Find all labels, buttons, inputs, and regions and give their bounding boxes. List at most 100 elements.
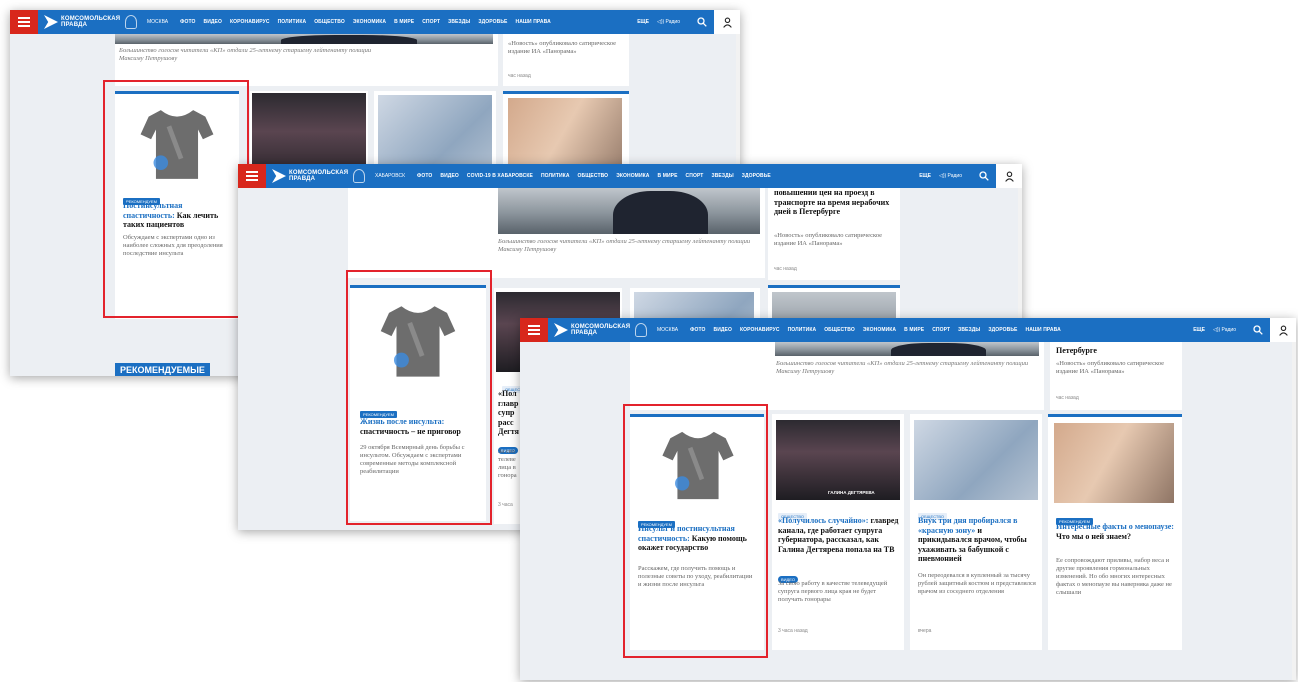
city-selector[interactable]: ХАБАРОВСК <box>375 173 405 179</box>
menu-item[interactable]: ФОТО <box>690 327 705 333</box>
news-card: повышении цен на проезд в транспорте на … <box>768 188 900 280</box>
site-logo[interactable]: КОМСОМОЛЬСКАЯ ПРАВДА <box>44 10 137 34</box>
logo-mark-icon <box>272 169 286 183</box>
menu-item[interactable]: ОБЩЕСТВО <box>314 19 345 25</box>
menu-item[interactable]: ПОЛИТИКА <box>788 327 817 333</box>
main-photo-card: Большинство голосов читатели «КП» отдали… <box>348 188 765 278</box>
user-icon[interactable] <box>714 10 740 34</box>
news-card: Петербурге «Новость» опубликовало сатири… <box>1050 342 1182 410</box>
menu-item[interactable]: В МИРЕ <box>904 327 924 333</box>
site-header: КОМСОМОЛЬСКАЯ ПРАВДА ХАБАРОВСК ФОТО ВИДЕ… <box>238 164 1022 188</box>
more-menu-button[interactable]: ЕЩЕ <box>1193 327 1205 333</box>
menu-item[interactable]: ВИДЕО <box>713 327 732 333</box>
user-icon[interactable] <box>1270 318 1296 342</box>
menu-item[interactable]: ФОТО <box>180 19 195 25</box>
main-menu: ФОТО ВИДЕО КОРОНАВИРУС ПОЛИТИКА ОБЩЕСТВО… <box>690 327 1061 333</box>
menu-item[interactable]: ЭКОНОМИКА <box>863 327 896 333</box>
radio-label: Радио <box>947 173 962 179</box>
mask-photo <box>914 420 1038 500</box>
logo-emblem-icon <box>635 323 647 337</box>
card-title-blue: «Получилось случайно»: <box>778 516 869 525</box>
news-card-video[interactable]: ГАЛИНА ДЕГТЯРЕВА ОБЩЕСТВО «Получилось сл… <box>772 414 904 650</box>
main-photo-card: Большинство голосов читатели «КП» отдали… <box>630 342 1044 410</box>
news-lead: За сво телеве лица в гонора <box>498 448 517 479</box>
card-lead: За свою работу в качестве телеведущей су… <box>778 580 888 603</box>
radio-label: Радио <box>1221 327 1236 333</box>
news-card-couple[interactable]: РЕКОМЕНДУЕМ Интересные факты о менопаузе… <box>1048 414 1182 650</box>
scrollbar[interactable] <box>1292 342 1296 680</box>
menu-item[interactable]: ФОТО <box>417 173 432 179</box>
menu-icon[interactable] <box>238 164 266 188</box>
logo-text: КОМСОМОЛЬСКАЯ ПРАВДА <box>289 170 349 182</box>
menu-item[interactable]: ЗДОРОВЬЕ <box>478 19 507 25</box>
main-menu: ФОТО ВИДЕО КОРОНАВИРУС ПОЛИТИКА ОБЩЕСТВО… <box>180 19 551 25</box>
menu-item[interactable]: СПОРТ <box>422 19 440 25</box>
site-header: КОМСОМОЛЬСКАЯ ПРАВДА МОСКВА ФОТО ВИДЕО К… <box>520 318 1296 342</box>
card-title[interactable]: Внук три дня пробирался в «красную зону»… <box>918 516 1036 564</box>
main-photo[interactable] <box>498 188 760 234</box>
search-icon[interactable] <box>690 10 714 34</box>
menu-item[interactable]: ОБЩЕСТВО <box>824 327 855 333</box>
more-menu-button[interactable]: ЕЩЕ <box>919 173 931 179</box>
logo-emblem-icon <box>125 15 137 29</box>
news-card-mask[interactable]: ОБЩЕСТВО Внук три дня пробирался в «крас… <box>910 414 1042 650</box>
menu-item[interactable]: СПОРТ <box>932 327 950 333</box>
menu-icon[interactable] <box>520 318 548 342</box>
menu-item[interactable]: COVID-19 В ХАБАРОВСКЕ <box>467 173 533 179</box>
menu-item[interactable]: ОБЩЕСТВО <box>578 173 609 179</box>
user-icon[interactable] <box>996 164 1022 188</box>
couple-photo <box>1054 423 1174 503</box>
city-selector[interactable]: МОСКВА <box>147 19 168 25</box>
section-title: РЕКОМЕНДУЕМЫЕ <box>115 363 210 376</box>
menu-item[interactable]: ЗВЕЗДЫ <box>711 173 733 179</box>
menu-item[interactable]: КОРОНАВИРУС <box>230 19 270 25</box>
site-logo[interactable]: КОМСОМОЛЬСКАЯ ПРАВДА <box>554 318 647 342</box>
menu-item[interactable]: ЗДОРОВЬЕ <box>988 327 1017 333</box>
card-title-blue: Интересные факты о менопаузе: <box>1056 522 1174 531</box>
menu-item[interactable]: ЭКОНОМИКА <box>353 19 386 25</box>
menu-item[interactable]: ВИДЕО <box>440 173 459 179</box>
menu-item[interactable]: НАШИ ПРАВА <box>1025 327 1060 333</box>
main-photo[interactable] <box>115 34 493 44</box>
news-time: час назад <box>508 73 531 79</box>
menu-item[interactable]: ЗДОРОВЬЕ <box>742 173 771 179</box>
menu-item[interactable]: ЗВЕЗДЫ <box>958 327 980 333</box>
card-time: вчера <box>918 628 932 634</box>
radio-button[interactable]: ◁)) Радио <box>1213 327 1236 333</box>
search-icon[interactable] <box>1246 318 1270 342</box>
menu-item[interactable]: ВИДЕО <box>203 19 222 25</box>
card-lead: Он переодевался в купленный за тысячу ру… <box>918 572 1036 595</box>
search-icon[interactable] <box>972 164 996 188</box>
card-title[interactable]: Интересные факты о менопаузе: Что мы о н… <box>1056 522 1176 541</box>
card-time: 3 часа назад <box>778 628 808 634</box>
news-snippet: «Новость» опубликовало сатирическое изда… <box>508 40 617 55</box>
news-card: «Новость» опубликовало сатирическое изда… <box>503 34 629 86</box>
logo-text: КОМСОМОЛЬСКАЯ ПРАВДА <box>61 16 121 28</box>
menu-icon[interactable] <box>10 10 38 34</box>
menu-item[interactable]: СПОРТ <box>686 173 704 179</box>
radio-button[interactable]: ◁)) Радио <box>939 173 962 179</box>
photo-text: ГАЛИНА ДЕГТЯРЕВА <box>828 490 875 495</box>
news-title[interactable]: Петербурге <box>1056 346 1174 356</box>
city-selector[interactable]: МОСКВА <box>657 327 678 333</box>
menu-item[interactable]: ЭКОНОМИКА <box>616 173 649 179</box>
site-logo[interactable]: КОМСОМОЛЬСКАЯ ПРАВДА <box>272 164 365 188</box>
news-title: «Пол главр супр расс Дегтя <box>498 389 519 436</box>
main-photo[interactable] <box>775 342 1039 356</box>
menu-item[interactable]: В МИРЕ <box>658 173 678 179</box>
menu-item[interactable]: ПОЛИТИКА <box>278 19 307 25</box>
news-snippet: «Новость» опубликовало сатирическое изда… <box>1056 360 1165 375</box>
menu-item[interactable]: ПОЛИТИКА <box>541 173 570 179</box>
news-title[interactable]: повышении цен на проезд в транспорте на … <box>774 188 892 217</box>
card-title[interactable]: «Получилось случайно»: главред канала, г… <box>778 516 900 554</box>
menu-item[interactable]: В МИРЕ <box>394 19 414 25</box>
card-title-blue: Внук три дня пробирался в «красную зону» <box>918 516 1018 535</box>
menu-item[interactable]: ЗВЕЗДЫ <box>448 19 470 25</box>
main-menu: ФОТО ВИДЕО COVID-19 В ХАБАРОВСКЕ ПОЛИТИК… <box>417 173 771 179</box>
menu-item[interactable]: КОРОНАВИРУС <box>740 327 780 333</box>
more-menu-button[interactable]: ЕЩЕ <box>637 19 649 25</box>
main-photo-card: Большинство голосов читатели «КП» отдали… <box>115 34 498 86</box>
card-lead: Ее сопровождают приливы, набор веса и др… <box>1056 557 1172 596</box>
radio-button[interactable]: ◁)) Радио <box>657 19 680 25</box>
menu-item[interactable]: НАШИ ПРАВА <box>515 19 550 25</box>
